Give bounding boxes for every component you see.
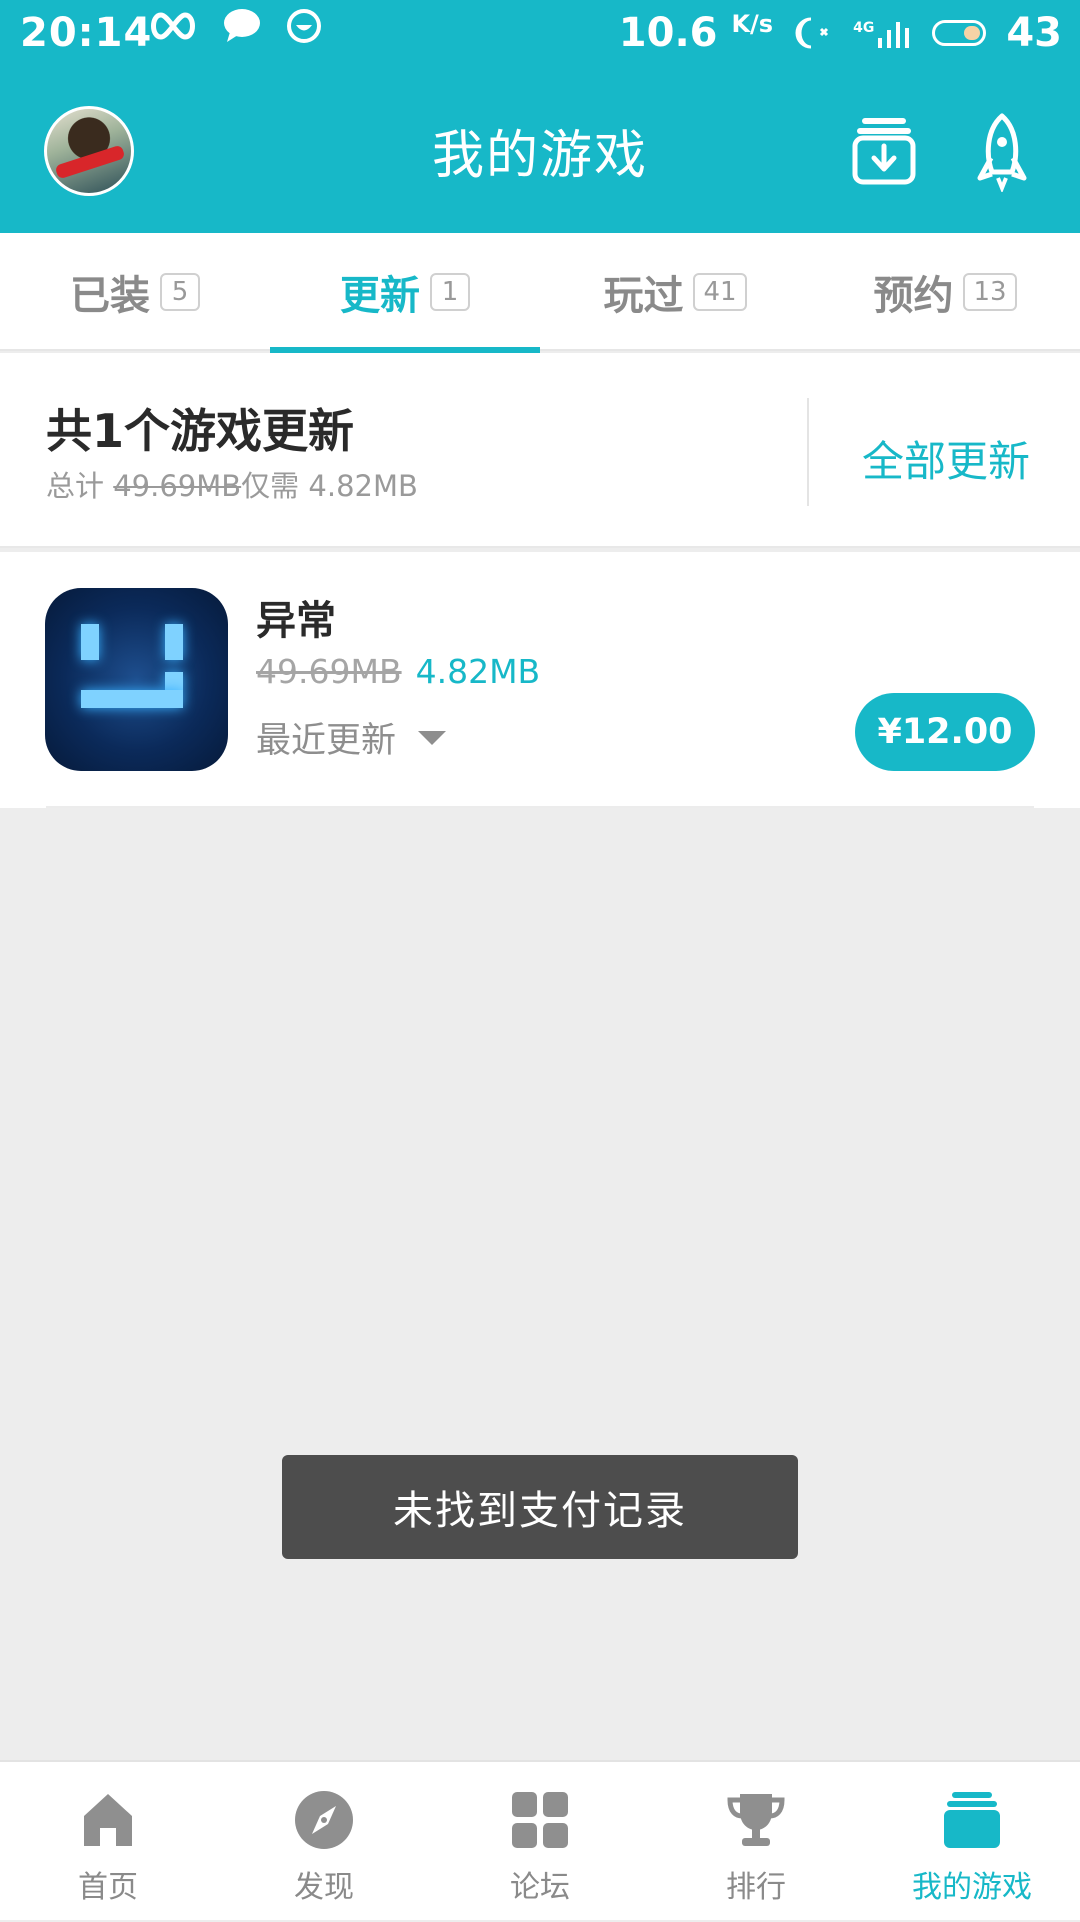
tab-updates[interactable]: 更新 1	[270, 233, 540, 353]
infinity-icon	[151, 12, 195, 40]
original-total-size: 49.69MB	[113, 469, 242, 503]
status-right: 10.6 K/s 4G 43	[619, 10, 1062, 56]
network-speed: 10.6 K/s	[618, 10, 774, 56]
grid-icon	[512, 1792, 568, 1848]
toast-message: 未找到支付记录	[282, 1455, 798, 1559]
status-bar: 20:14 10.6 K/s 4G 43	[0, 0, 1080, 68]
game-icon[interactable]	[45, 588, 228, 771]
tab-count-badge: 5	[160, 273, 200, 311]
bottom-navigation: 首页 发现 论坛 排行 我的游戏	[0, 1760, 1080, 1920]
nav-my-games[interactable]: 我的游戏	[864, 1762, 1080, 1922]
page-title: 我的游戏	[431, 126, 648, 186]
signal-bars-icon	[878, 22, 910, 48]
update-summary: 共1个游戏更新 总计 49.69MB仅需 4.82MB 全部更新	[0, 353, 1080, 548]
tab-played[interactable]: 玩过 41	[540, 233, 810, 351]
tab-count-badge: 41	[693, 273, 747, 311]
list-item[interactable]: 异常 49.69MB 4.82MB 最近更新 ¥12.00	[0, 552, 1080, 808]
tab-reserved[interactable]: 预约 13	[810, 233, 1080, 351]
status-notification-icons	[148, 8, 322, 44]
moon-icon	[795, 17, 829, 49]
download-manager-icon[interactable]	[852, 114, 916, 186]
message-icon	[224, 9, 260, 42]
game-old-size: 49.69MB	[256, 652, 402, 691]
status-time: 20:14	[20, 10, 153, 56]
game-stack-icon	[944, 1792, 1000, 1848]
nav-home[interactable]: 首页	[0, 1762, 216, 1922]
divider	[46, 806, 1034, 808]
game-sizes: 49.69MB 4.82MB	[256, 652, 540, 691]
needed-total-size: 4.82MB	[308, 469, 418, 503]
divider	[807, 398, 809, 506]
game-title: 异常	[256, 598, 336, 644]
chevron-down-icon	[418, 730, 447, 745]
buy-price-button[interactable]: ¥12.00	[855, 693, 1035, 771]
home-icon	[84, 1794, 132, 1846]
tab-count-badge: 13	[963, 273, 1017, 311]
tab-installed[interactable]: 已装 5	[0, 233, 270, 351]
update-count-title: 共1个游戏更新	[46, 404, 355, 458]
trophy-icon	[727, 1794, 785, 1846]
smile-app-icon	[287, 9, 321, 43]
tab-bar: 已装 5 更新 1 玩过 41 预约 13	[0, 233, 1080, 353]
signal-indicator: 4G	[853, 16, 912, 50]
game-new-size: 4.82MB	[415, 652, 541, 691]
recent-update-toggle[interactable]: 最近更新	[256, 712, 447, 763]
battery-level: 43	[1006, 10, 1062, 56]
rocket-icon[interactable]	[974, 112, 1030, 192]
update-all-button[interactable]: 全部更新	[862, 428, 1030, 489]
update-size-summary: 总计 49.69MB仅需 4.82MB	[46, 469, 418, 503]
compass-icon	[295, 1791, 353, 1849]
app-header: 我的游戏	[0, 68, 1080, 233]
tab-count-badge: 1	[430, 273, 470, 311]
nav-forum[interactable]: 论坛	[432, 1762, 648, 1922]
battery-icon	[932, 20, 987, 46]
nav-ranking[interactable]: 排行	[648, 1762, 864, 1922]
nav-discover[interactable]: 发现	[216, 1762, 432, 1922]
